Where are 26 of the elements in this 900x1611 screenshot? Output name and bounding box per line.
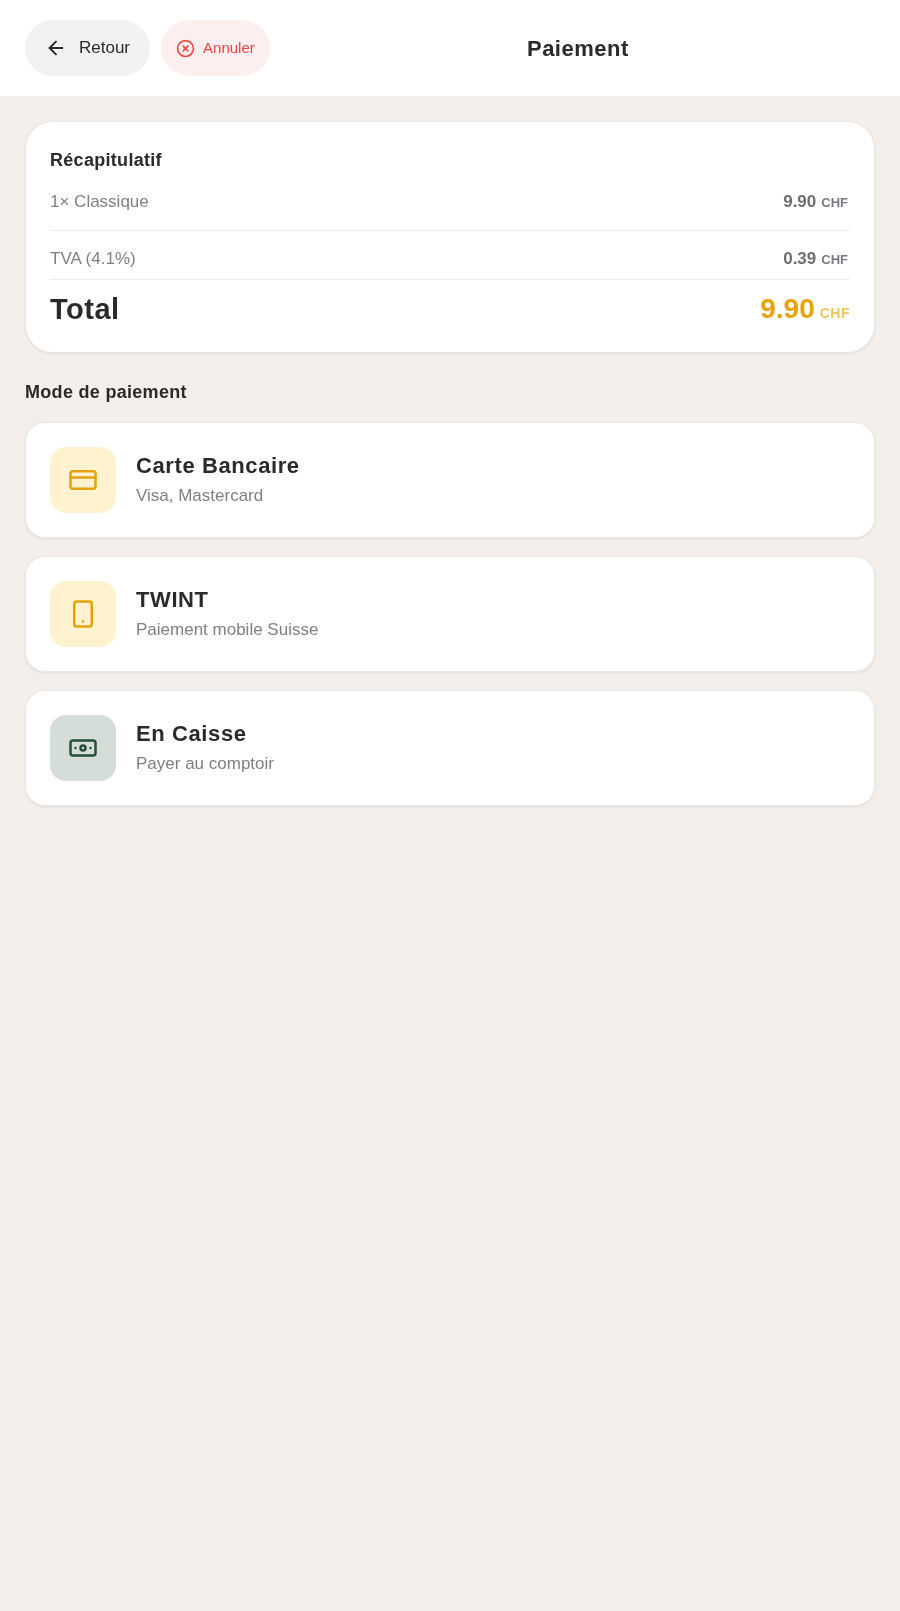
payment-method-subtitle: Paiement mobile Suisse xyxy=(136,619,319,641)
total-amount: 9.90 xyxy=(760,292,815,326)
cancel-icon xyxy=(176,38,196,58)
payment-heading: Mode de paiement xyxy=(25,381,188,403)
banknote-icon xyxy=(50,715,116,781)
smartphone-icon xyxy=(50,581,116,647)
line-amount: 9.90 xyxy=(783,191,817,213)
summary-title: Récapitulatif xyxy=(50,149,163,172)
payment-method-subtitle: Visa, Mastercard xyxy=(136,485,265,507)
total-currency: CHF xyxy=(819,304,850,323)
total-label: Total xyxy=(50,292,120,327)
line-amount: 0.39 xyxy=(783,248,817,270)
page-title: Paiement xyxy=(525,34,630,63)
payment-method-title: En Caisse xyxy=(136,721,248,747)
payment-method-card[interactable]: En Caisse Payer au comptoir xyxy=(25,690,875,806)
payment-method-card[interactable]: TWINT Paiement mobile Suisse xyxy=(25,556,875,672)
payment-method-title: TWINT xyxy=(136,587,210,613)
credit-card-icon xyxy=(50,447,116,513)
currency-label: CHF xyxy=(821,251,848,269)
summary-line-label: 1× Classique xyxy=(50,191,149,213)
payment-method-title: Carte Bancaire xyxy=(136,453,300,479)
payment-method-card[interactable]: Carte Bancaire Visa, Mastercard xyxy=(25,422,875,538)
payment-method-subtitle: Payer au comptoir xyxy=(136,753,274,775)
back-button[interactable]: Retour xyxy=(25,20,151,76)
currency-label: CHF xyxy=(821,194,848,212)
summary-line-label: TVA (4.1%) xyxy=(50,248,136,270)
